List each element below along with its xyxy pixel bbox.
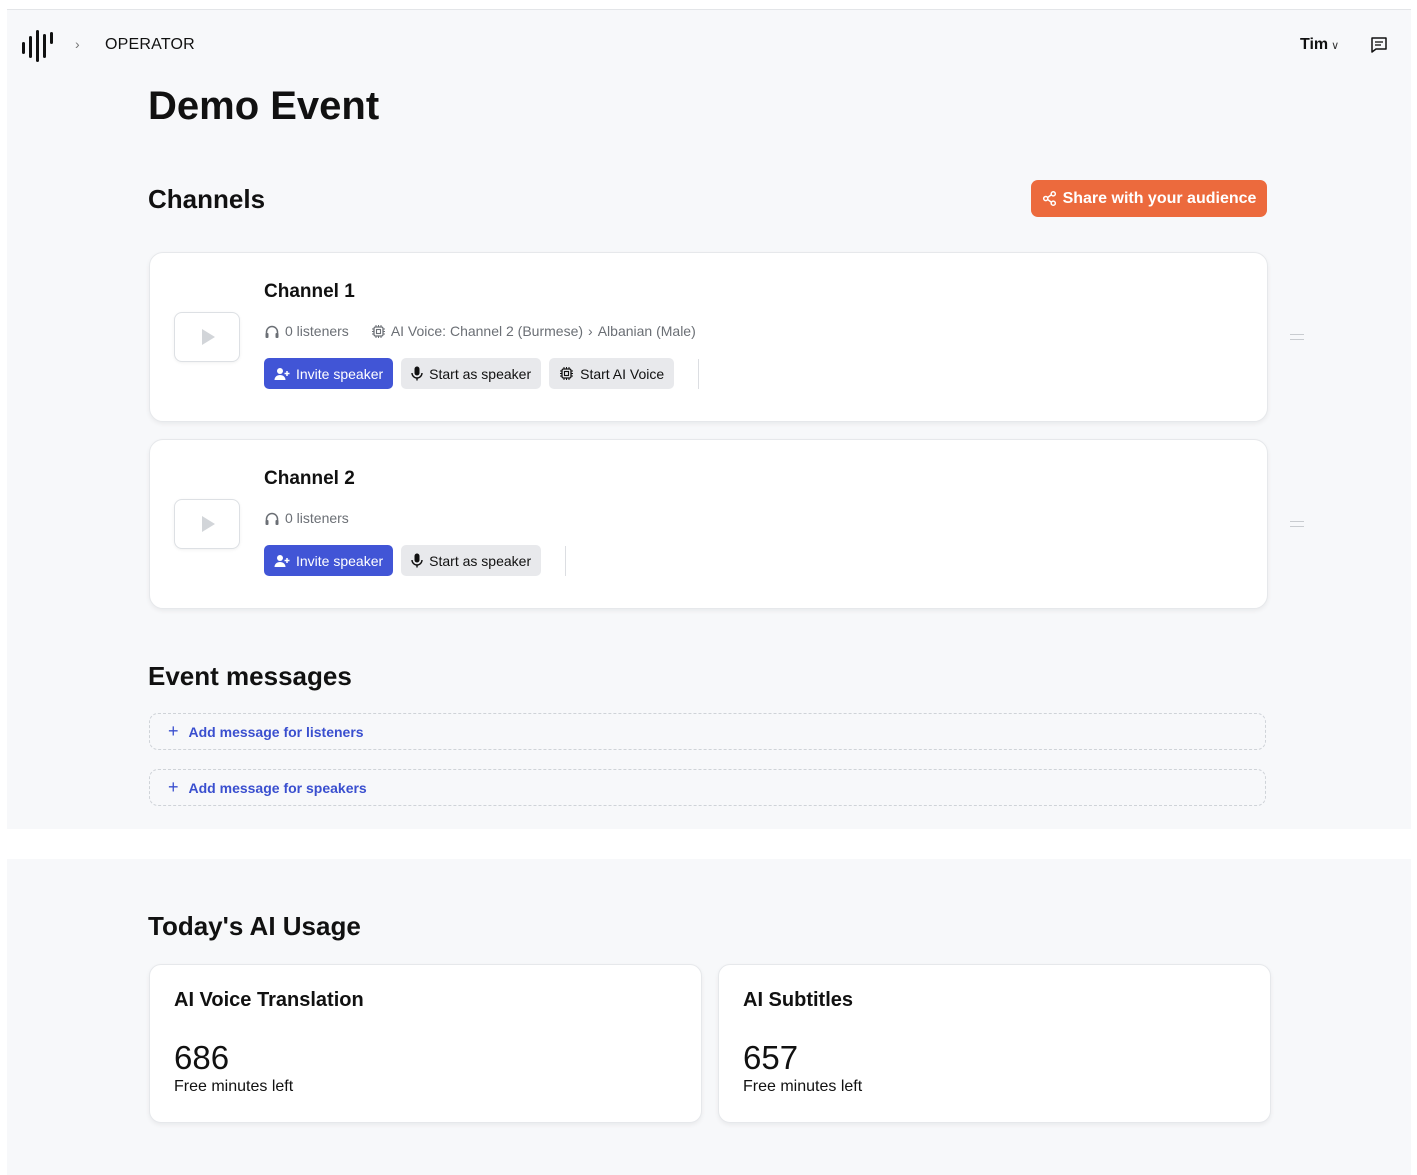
listener-count: 0 listeners: [285, 510, 349, 526]
headphones-icon: [264, 324, 280, 339]
ai-voice-target: Albanian (Male): [597, 323, 696, 339]
channels-heading: Channels: [148, 184, 266, 214]
usage-card-title: AI Subtitles: [743, 989, 854, 1011]
channel-card: Channel 1 0 listeners AI Voice: Channel …: [149, 252, 1268, 422]
share-label: Share with your audience: [1062, 189, 1257, 207]
chevron-right-icon: ›: [75, 36, 80, 52]
usage-card-caption: Free minutes left: [174, 1078, 294, 1095]
add-speaker-message-button[interactable]: + Add message for speakers: [149, 769, 1266, 806]
divider: [698, 358, 700, 389]
headphones-icon: [264, 511, 280, 526]
channel-name: Channel 1: [264, 281, 355, 302]
add-user-icon: [274, 367, 290, 381]
usage-card-voice: AI Voice Translation 686 Free minutes le…: [149, 964, 702, 1123]
invite-speaker-button[interactable]: Invite speaker: [264, 358, 394, 389]
breadcrumb[interactable]: OPERATOR: [105, 36, 195, 54]
play-icon: [202, 329, 215, 345]
invite-speaker-button[interactable]: Invite speaker: [264, 545, 394, 576]
usage-card-subtitles: AI Subtitles 657 Free minutes left: [718, 964, 1271, 1123]
user-menu[interactable]: Tim ∨: [1300, 36, 1339, 54]
chevron-down-icon: ∨: [1331, 40, 1340, 52]
play-button[interactable]: [174, 499, 240, 549]
chat-icon[interactable]: [1370, 36, 1388, 54]
start-ai-voice-label: Start AI Voice: [580, 365, 665, 382]
event-messages-heading: Event messages: [148, 661, 352, 691]
add-user-icon: [274, 554, 290, 568]
logo-bars-icon[interactable]: [22, 30, 56, 62]
play-icon: [202, 516, 215, 532]
page-title: Demo Event: [148, 84, 380, 128]
channel-meta: 0 listeners: [264, 510, 349, 526]
start-ai-voice-button[interactable]: Start AI Voice: [549, 358, 675, 389]
channel-name: Channel 2: [264, 468, 355, 489]
plus-icon: +: [168, 721, 179, 741]
start-as-speaker-button[interactable]: Start as speaker: [401, 358, 542, 389]
ai-usage-heading: Today's AI Usage: [148, 911, 361, 941]
share-button[interactable]: Share with your audience: [1031, 180, 1267, 217]
invite-speaker-label: Invite speaker: [296, 365, 384, 382]
drag-handle-icon[interactable]: [1290, 334, 1304, 340]
usage-card-value: 686: [174, 1039, 230, 1076]
play-button[interactable]: [174, 312, 240, 362]
add-speaker-message-label: Add message for speakers: [188, 779, 367, 796]
listener-count: 0 listeners: [285, 323, 349, 339]
start-as-speaker-button[interactable]: Start as speaker: [401, 545, 542, 576]
channel-card: Channel 2 0 listeners Invite speaker Sta…: [149, 439, 1268, 609]
usage-card-value: 657: [743, 1039, 799, 1076]
add-listener-message-button[interactable]: + Add message for listeners: [149, 713, 1266, 750]
drag-handle-icon[interactable]: [1290, 521, 1304, 527]
channel-meta: 0 listeners AI Voice: Channel 2 (Burmese…: [264, 323, 696, 339]
start-as-speaker-label: Start as speaker: [429, 365, 532, 382]
chevron-right-icon: ›: [588, 323, 593, 339]
start-as-speaker-label: Start as speaker: [429, 552, 532, 569]
chip-icon: [371, 324, 386, 339]
chip-icon: [559, 366, 574, 381]
usage-card-caption: Free minutes left: [743, 1078, 863, 1095]
microphone-icon: [411, 366, 423, 381]
invite-speaker-label: Invite speaker: [296, 552, 384, 569]
user-name: Tim: [1300, 36, 1329, 53]
usage-card-title: AI Voice Translation: [174, 989, 364, 1011]
plus-icon: +: [168, 777, 179, 797]
ai-voice-source: AI Voice: Channel 2 (Burmese): [390, 323, 584, 339]
microphone-icon: [411, 553, 423, 568]
add-listener-message-label: Add message for listeners: [188, 723, 364, 740]
divider: [565, 545, 567, 576]
share-icon: [1042, 191, 1057, 206]
